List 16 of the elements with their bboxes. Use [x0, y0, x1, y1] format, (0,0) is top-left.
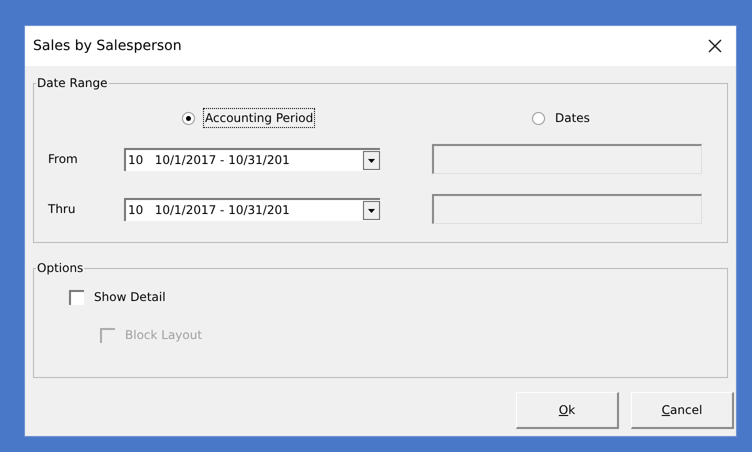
radio-button[interactable]	[182, 112, 195, 124]
radio-button[interactable]	[532, 112, 545, 124]
radio-label[interactable]: Dates	[553, 108, 592, 128]
dialog-button[interactable]: Cancel	[631, 392, 734, 429]
group-title: Options	[36, 260, 84, 276]
close-icon[interactable]	[708, 39, 722, 53]
field-label: From	[47, 151, 79, 168]
field-label: Thru	[47, 201, 76, 218]
checkbox[interactable]	[69, 290, 84, 304]
period-dropdown[interactable]: 10 10/1/2017 - 10/31/201	[124, 148, 380, 170]
checkbox-label[interactable]: Show Detail	[94, 288, 166, 306]
group-title: Date Range	[36, 75, 109, 91]
radio-label[interactable]: Accounting Period	[203, 108, 316, 128]
window-title: Sales by Salesperson	[33, 36, 182, 56]
dialog-button[interactable]: Ok	[516, 392, 619, 429]
period-dropdown[interactable]: 10 10/1/2017 - 10/31/201	[124, 198, 380, 220]
